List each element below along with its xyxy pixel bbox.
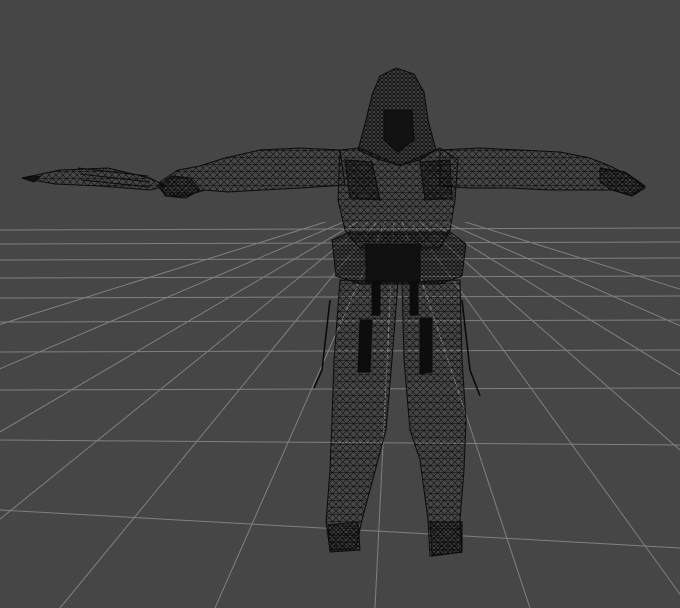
legs-mesh [325, 279, 467, 557]
viewport-canvas[interactable] [0, 0, 680, 608]
3d-viewport[interactable] [0, 0, 680, 608]
